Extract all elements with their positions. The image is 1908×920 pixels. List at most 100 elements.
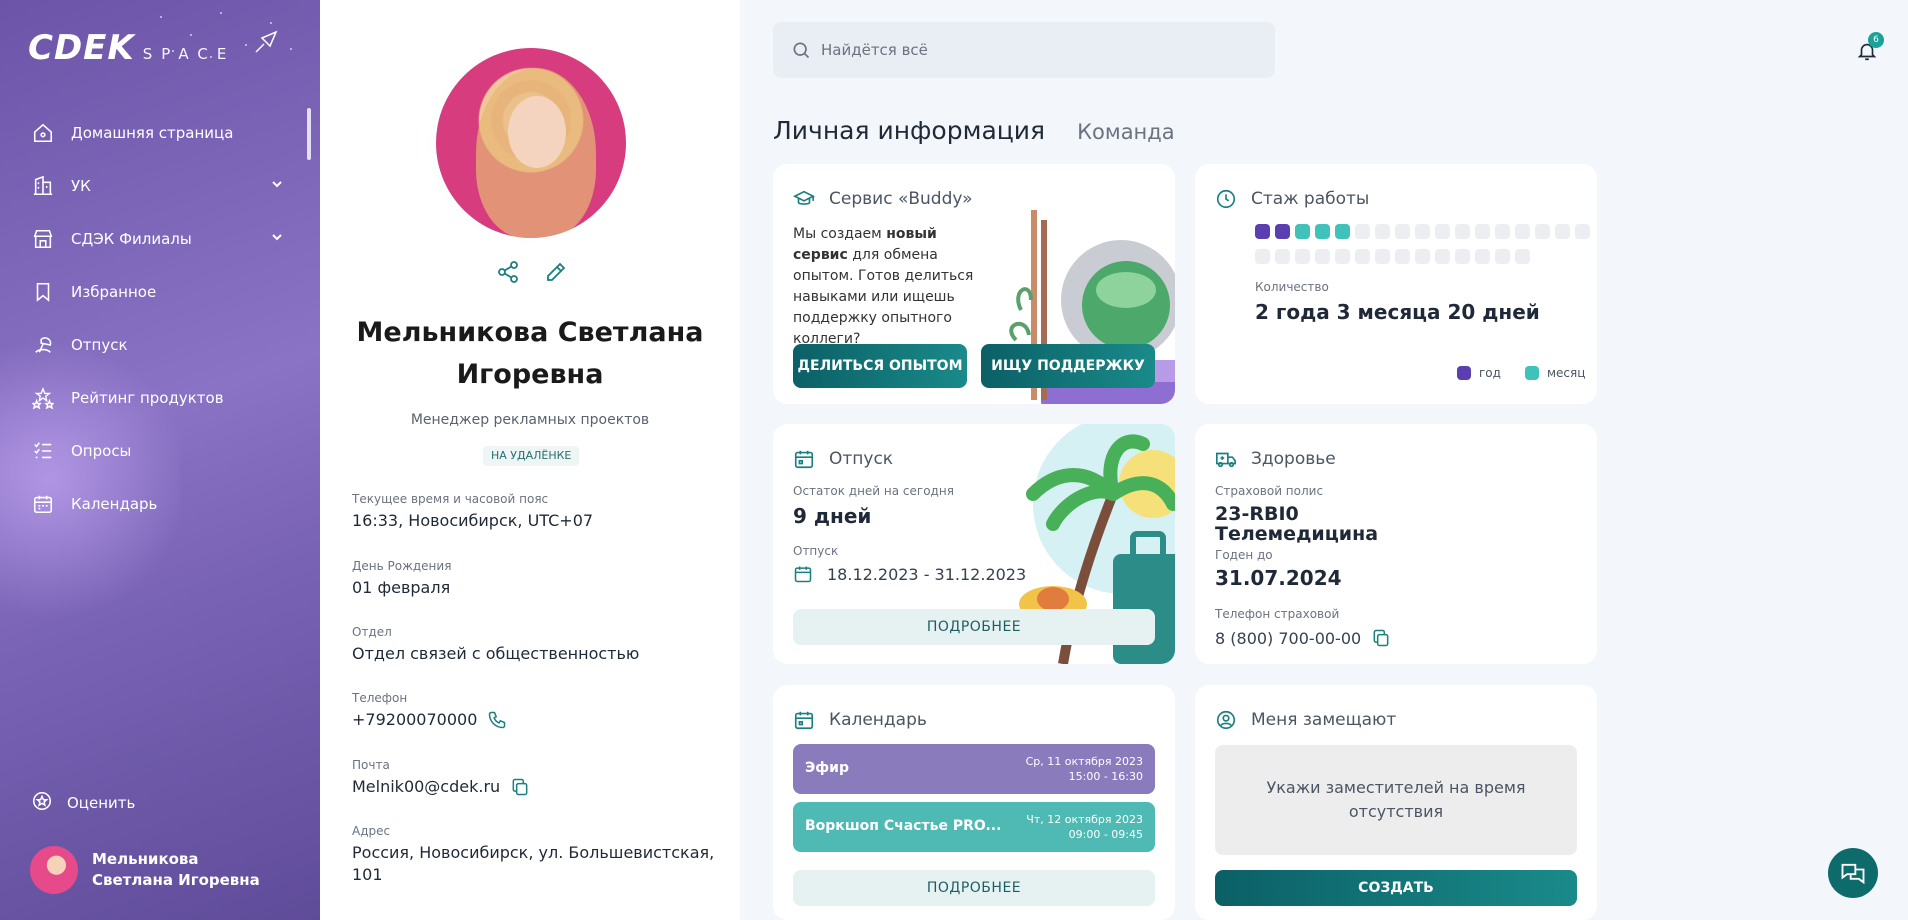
field-label: Телефон [352, 691, 408, 705]
insurer-phone-value[interactable]: 8 (800) 700-00-00 [1215, 629, 1361, 648]
sidebar-item-uk[interactable]: УК [0, 159, 320, 212]
legend-year-label: год [1479, 366, 1501, 380]
event-title: Воркшоп Счастье PRO... [805, 818, 1002, 834]
current-user-name: Мельникова Светлана Игоревна [92, 850, 260, 889]
tenure-dot [1375, 249, 1390, 264]
legend-month-label: месяц [1546, 366, 1586, 380]
substitutes-title: Меня замещают [1251, 710, 1397, 730]
chevron-down-icon[interactable] [270, 177, 284, 191]
user-circle-icon [1216, 710, 1236, 730]
tenure-dot [1415, 249, 1430, 264]
create-substitute-button[interactable]: СОЗДАТЬ [1215, 870, 1577, 906]
sidebar-item-vacation[interactable]: Отпуск [0, 318, 320, 371]
tenure-dot [1535, 224, 1550, 239]
field-label: Отдел [352, 625, 392, 639]
field-value: Россия, Новосибирск, ул. Большевистская,… [352, 843, 715, 884]
tenure-dot [1275, 249, 1290, 264]
rocket-icon [255, 30, 278, 53]
search-bar[interactable] [773, 22, 1275, 78]
calendar-event[interactable]: Воркшоп Счастье PRO... Чт, 12 октября 20… [793, 802, 1155, 852]
tenure-dot [1375, 224, 1390, 239]
chevron-down-icon[interactable] [270, 230, 284, 244]
rate-button[interactable]: Оценить [31, 790, 135, 816]
event-time: 15:00 - 16:30 [1068, 770, 1143, 783]
rate-label: Оценить [67, 794, 136, 812]
search-input[interactable] [821, 41, 1241, 59]
field-address: Адрес Россия, Новосибирск, ул. Большевис… [352, 824, 722, 886]
chat-button[interactable] [1828, 848, 1878, 898]
vacation-more-button[interactable]: ПОДРОБНЕЕ [793, 609, 1155, 645]
tenure-dot [1455, 249, 1470, 264]
tenure-dot [1475, 224, 1490, 239]
find-support-button[interactable]: ИЩУ ПОДДЕРЖКУ [981, 344, 1155, 388]
calendar-more-button[interactable]: ПОДРОБНЕЕ [793, 870, 1155, 906]
profile-avatar[interactable] [436, 48, 626, 238]
valid-label: Годен до [1215, 548, 1273, 562]
avatar-face [508, 96, 566, 168]
vacation-remaining-label: Остаток дней на сегодня [793, 484, 954, 498]
logo[interactable]: CDEK SPACE [28, 28, 235, 68]
sidebar-item-home[interactable]: Домашняя страница [0, 106, 320, 159]
tenure-dot [1295, 249, 1310, 264]
tenure-card: Стаж работы Количество 2 года 3 месяца 2… [1195, 164, 1597, 404]
share-icon[interactable] [496, 260, 520, 284]
field-value[interactable]: Melnik00@cdek.ru [352, 776, 500, 798]
sidebar-item-favorites[interactable]: Избранное [0, 265, 320, 318]
buddy-description: Мы создаем новый сервис для обмена опыто… [793, 226, 974, 347]
copy-icon[interactable] [510, 777, 530, 797]
logo-space: SPACE [142, 45, 236, 63]
share-experience-button[interactable]: ДЕЛИТЬСЯ ОПЫТОМ [793, 344, 967, 388]
insurer-phone-label: Телефон страховой [1215, 607, 1340, 621]
phone-icon[interactable] [487, 710, 507, 730]
tenure-dot [1275, 224, 1290, 239]
legend-year-swatch [1457, 366, 1471, 380]
vacation-remaining-value: 9 дней [793, 504, 872, 528]
profile-position: Менеджер рекламных проектов [410, 412, 650, 428]
tenure-dot [1455, 224, 1470, 239]
health-card: Здоровье Страховой полис 23-RBI0 Телемед… [1195, 424, 1597, 664]
substitutes-empty-box: Укажи заместителей на время отсутствия [1215, 745, 1577, 855]
legend-month-swatch [1524, 366, 1539, 380]
tab-personal[interactable]: Личная информация [773, 116, 1045, 145]
calendar-icon [31, 492, 55, 516]
status-badge: НА УДАЛЁНКЕ [483, 446, 580, 466]
list-icon [31, 439, 55, 463]
sidebar-item-surveys[interactable]: Опросы [0, 424, 320, 477]
chat-icon [1841, 863, 1865, 885]
field-value[interactable]: +79200070000 [352, 709, 477, 731]
notifications-button[interactable]: 6 [1856, 32, 1884, 66]
policy-label: Страховой полис [1215, 484, 1324, 498]
tenure-dot [1555, 224, 1570, 239]
vacation-card: Отпуск Остаток дней на сегодня 9 дней От… [773, 424, 1175, 664]
tenure-dots [1255, 224, 1595, 274]
calendar-event[interactable]: Эфир Ср, 11 октября 2023 15:00 - 16:30 [793, 744, 1155, 794]
field-phone: Телефон +79200070000 [352, 691, 722, 731]
logo-cdek: CDEK [28, 28, 135, 68]
tenure-dot [1255, 224, 1270, 239]
ambulance-icon [1216, 452, 1236, 468]
sidebar-item-branches[interactable]: СДЭК Филиалы [0, 212, 320, 265]
field-birthday: День Рождения 01 февраля [352, 559, 722, 599]
sidebar-item-calendar[interactable]: Календарь [0, 477, 320, 530]
vacation-period-label: Отпуск [793, 544, 839, 558]
tab-team[interactable]: Команда [1077, 120, 1175, 144]
star-circle-icon [31, 790, 53, 816]
field-department: Отдел Отдел связей с общественностью [352, 625, 722, 665]
profile-full-name: Мельникова Светлана Игоревна [356, 317, 704, 390]
field-value: 16:33, Новосибирск, UTC+07 [352, 511, 594, 530]
sidebar-item-label: УК [71, 176, 91, 195]
tenure-dot [1395, 224, 1410, 239]
substitutes-card: Меня замещают Укажи заместителей на врем… [1195, 685, 1597, 920]
current-user[interactable]: Мельникова Светлана Игоревна [30, 846, 282, 894]
sidebar-item-rating[interactable]: Рейтинг продуктов [0, 371, 320, 424]
sidebar-item-label: Календарь [71, 494, 158, 513]
tenure-title: Стаж работы [1251, 189, 1370, 209]
valid-value: 31.07.2024 [1215, 566, 1342, 590]
tenure-dot [1415, 224, 1430, 239]
buddy-title: Сервис «Buddy» [829, 189, 973, 209]
clock-icon [1216, 189, 1236, 209]
stars-icon [31, 386, 55, 410]
copy-icon[interactable] [1371, 628, 1391, 648]
tenure-dot [1315, 224, 1330, 239]
edit-icon[interactable] [544, 260, 568, 284]
